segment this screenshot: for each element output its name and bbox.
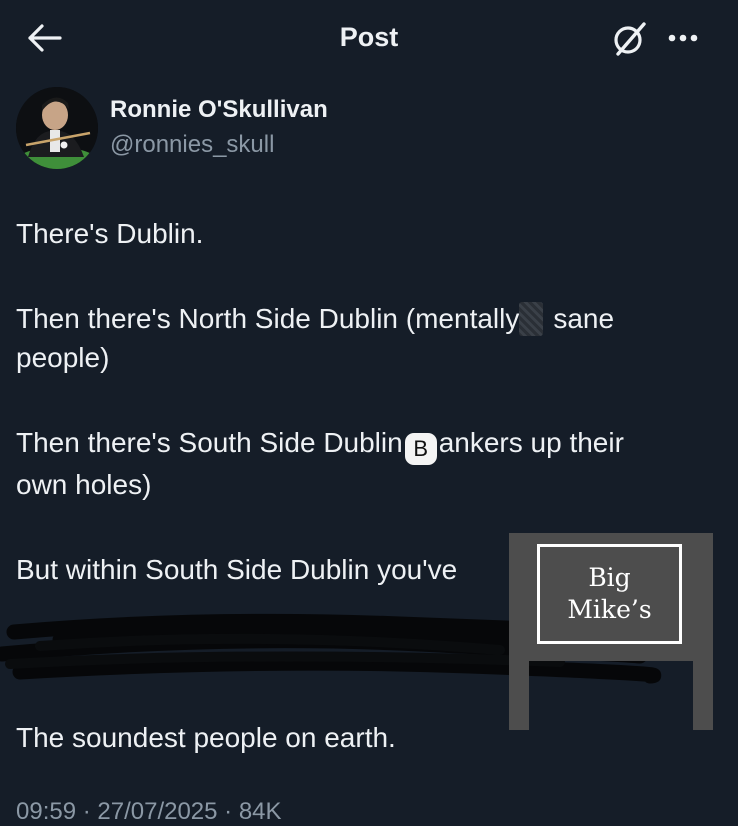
post-line: own holes)	[16, 469, 152, 500]
post-line: The soundest people on earth.	[16, 722, 396, 753]
author-handle[interactable]: @ronnies_skull	[110, 131, 274, 159]
big-mikes-sign: Big Mike’s	[509, 533, 713, 730]
post-line: Then there's North Side Dublin (mentally	[16, 303, 520, 334]
redacted-emoji-area	[519, 299, 553, 338]
sign-board: Big Mike’s	[509, 533, 713, 661]
post-line: sane	[553, 303, 615, 334]
post-timestamp: 09:59 · 27/07/2025 · 84K	[16, 798, 282, 825]
sign-plate: Big Mike’s	[537, 544, 682, 644]
more-options-button[interactable]	[666, 26, 706, 50]
post-paragraph: There's Dublin.	[16, 214, 716, 253]
top-navigation-bar: Post	[0, 0, 738, 76]
sign-line: Mike’s	[567, 595, 652, 624]
grok-icon	[614, 22, 646, 56]
post-line: Then there's South Side Dublin	[16, 427, 403, 458]
author-avatar[interactable]	[16, 87, 98, 169]
post-paragraph: Then there's South Side Dublin Bankers up…	[16, 423, 716, 504]
avatar-photo	[16, 87, 98, 169]
grok-button[interactable]	[610, 20, 648, 58]
post-line: But within South Side Dublin you've	[16, 554, 458, 585]
redacted-emoji	[519, 302, 544, 336]
post-paragraph: Then there's North Side Dublin (mentally…	[16, 299, 716, 377]
more-dots-icon	[668, 34, 698, 42]
post-line: ankers up their	[438, 427, 624, 458]
sign-line: Big	[588, 563, 631, 592]
b-emoji-badge: B	[404, 433, 437, 465]
author-display-name[interactable]: Ronnie O'Skullivan	[110, 96, 328, 124]
post-line: There's Dublin.	[16, 218, 204, 249]
post-line: people)	[16, 342, 110, 373]
